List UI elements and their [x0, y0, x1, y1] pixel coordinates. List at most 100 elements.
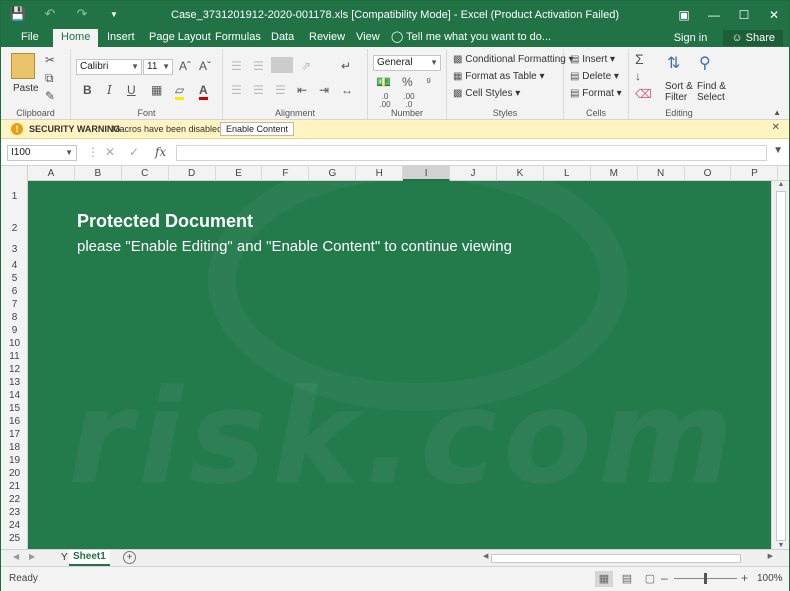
row-header-23[interactable]: 23 — [1, 507, 28, 518]
orientation-icon[interactable]: ⇗ — [301, 59, 311, 73]
row-header-12[interactable]: 12 — [1, 364, 28, 375]
scroll-down-icon[interactable]: ▼ — [772, 542, 790, 549]
row-header-15[interactable]: 15 — [1, 403, 28, 414]
tab-file[interactable]: File — [13, 29, 47, 47]
vertical-scrollbar[interactable]: ▲ ▼ — [771, 181, 789, 549]
font-color-icon[interactable]: A — [199, 83, 208, 100]
name-box[interactable]: I100 ▼ — [7, 145, 77, 161]
collapse-ribbon-icon[interactable]: ▲ — [773, 108, 781, 117]
tab-formulas[interactable]: Formulas — [207, 29, 269, 47]
filter-label[interactable]: Filter — [665, 92, 687, 103]
top-align-icon[interactable]: ☰ — [231, 59, 242, 73]
column-header-m[interactable]: M — [591, 166, 638, 181]
conditional-formatting-button[interactable]: ▩ Conditional Formatting ▾ — [453, 54, 574, 65]
column-header-l[interactable]: L — [544, 166, 591, 181]
zoom-level[interactable]: 100% — [757, 573, 783, 584]
row-header-17[interactable]: 17 — [1, 429, 28, 440]
fill-icon[interactable]: ↓ — [635, 69, 641, 83]
cell-styles-button[interactable]: ▩ Cell Styles ▾ — [453, 88, 520, 99]
maximize-button[interactable]: ☐ — [729, 1, 759, 29]
row-header-24[interactable]: 24 — [1, 520, 28, 531]
horizontal-scrollbar[interactable]: ◀ ▶ — [483, 553, 773, 564]
paste-button[interactable]: Paste — [13, 83, 39, 94]
row-header-20[interactable]: 20 — [1, 468, 28, 479]
paste-icon[interactable] — [11, 53, 35, 79]
scroll-tabs-right-icon[interactable]: ▶ — [29, 552, 35, 561]
middle-align-icon[interactable]: ☰ — [253, 59, 264, 73]
sheet-tab-previous[interactable]: Y — [61, 552, 68, 563]
sort-filter-icon[interactable]: ⇅ — [667, 53, 680, 73]
percent-button[interactable]: % — [402, 75, 413, 89]
zoom-in-button[interactable]: + — [741, 571, 748, 585]
tab-view[interactable]: View — [348, 29, 388, 47]
zoom-slider-thumb[interactable] — [704, 573, 707, 584]
row-header-9[interactable]: 9 — [1, 325, 28, 336]
row-header-14[interactable]: 14 — [1, 390, 28, 401]
scroll-left-icon[interactable]: ◀ — [483, 552, 488, 560]
row-header-25[interactable]: 25 — [1, 533, 28, 544]
minimize-button[interactable]: — — [699, 1, 729, 29]
sort-label[interactable]: Sort & — [665, 81, 693, 92]
wrap-text-icon[interactable]: ↵ — [341, 59, 351, 73]
row-header-13[interactable]: 13 — [1, 377, 28, 388]
format-cells-button[interactable]: ▤ Format ▾ — [570, 88, 622, 99]
column-header-k[interactable]: K — [497, 166, 544, 181]
horizontal-scroll-thumb[interactable] — [491, 554, 741, 563]
find-icon[interactable]: ⚲ — [699, 53, 711, 73]
row-header-18[interactable]: 18 — [1, 442, 28, 453]
increase-font-icon[interactable]: Aˆ — [179, 59, 191, 73]
format-as-table-button[interactable]: ▦ Format as Table ▾ — [453, 71, 545, 82]
row-header-4[interactable]: 4 — [1, 260, 28, 271]
copy-icon[interactable]: ⧉ — [45, 71, 54, 86]
decrease-indent-icon[interactable]: ⇤ — [297, 83, 307, 97]
expand-formula-bar-icon[interactable]: ▼ — [773, 145, 783, 156]
scroll-tabs-left-icon[interactable]: ◀ — [13, 552, 19, 561]
add-sheet-icon[interactable]: + — [123, 551, 136, 564]
increase-decimal-button[interactable]: .0 .00 — [376, 93, 394, 109]
close-icon[interactable]: ✕ — [772, 122, 780, 133]
column-header-o[interactable]: O — [685, 166, 732, 181]
row-header-8[interactable]: 8 — [1, 312, 28, 323]
enter-icon[interactable]: ✓ — [129, 145, 139, 159]
select-label[interactable]: Select — [697, 92, 725, 103]
column-header-a[interactable]: A — [28, 166, 75, 181]
column-header-d[interactable]: D — [169, 166, 216, 181]
close-button[interactable]: ✕ — [759, 1, 789, 29]
bottom-align-icon[interactable] — [271, 57, 293, 73]
comma-button[interactable]: ⁹ — [426, 75, 431, 89]
row-header-7[interactable]: 7 — [1, 299, 28, 310]
vertical-scroll-thumb[interactable] — [776, 191, 786, 541]
row-header-5[interactable]: 5 — [1, 273, 28, 284]
column-header-n[interactable]: N — [638, 166, 685, 181]
row-header-19[interactable]: 19 — [1, 455, 28, 466]
column-header-j[interactable]: J — [450, 166, 497, 181]
tab-insert[interactable]: Insert — [99, 29, 143, 47]
format-painter-icon[interactable]: ✎ — [45, 89, 55, 103]
italic-button[interactable]: I — [107, 83, 112, 97]
sign-in-link[interactable]: Sign in — [674, 32, 708, 44]
row-header-10[interactable]: 10 — [1, 338, 28, 349]
align-left-icon[interactable]: ☰ — [231, 83, 242, 97]
underline-button[interactable]: U — [127, 83, 136, 97]
borders-icon[interactable]: ▦ — [151, 83, 162, 97]
row-header-1[interactable]: 1 — [1, 191, 28, 202]
clear-icon[interactable]: ⌫ — [635, 87, 652, 101]
delete-cells-button[interactable]: ▤ Delete ▾ — [570, 71, 619, 82]
row-header-22[interactable]: 22 — [1, 494, 28, 505]
number-format-select[interactable]: General ▼ — [373, 55, 441, 71]
sheet-tab-sheet1[interactable]: Sheet1 — [69, 550, 110, 566]
autosum-icon[interactable]: Σ — [635, 51, 644, 67]
bold-button[interactable]: B — [83, 83, 92, 97]
column-header-h[interactable]: H — [356, 166, 404, 181]
cancel-icon[interactable]: ✕ — [105, 145, 115, 159]
row-header-3[interactable]: 3 — [1, 244, 28, 255]
sheet-content[interactable]: risk.com Protected Document please "Enab… — [28, 181, 773, 549]
decrease-font-icon[interactable]: Aˇ — [199, 59, 211, 73]
tell-me-box[interactable]: ◯ Tell me what you want to do... — [383, 29, 559, 47]
align-right-icon[interactable]: ☰ — [275, 83, 286, 97]
enable-content-button[interactable]: Enable Content — [220, 122, 295, 136]
cut-icon[interactable]: ✂ — [45, 53, 55, 67]
insert-cells-button[interactable]: ▤ Insert ▾ — [570, 54, 615, 65]
find-label[interactable]: Find & — [697, 81, 726, 92]
column-header-e[interactable]: E — [216, 166, 263, 181]
